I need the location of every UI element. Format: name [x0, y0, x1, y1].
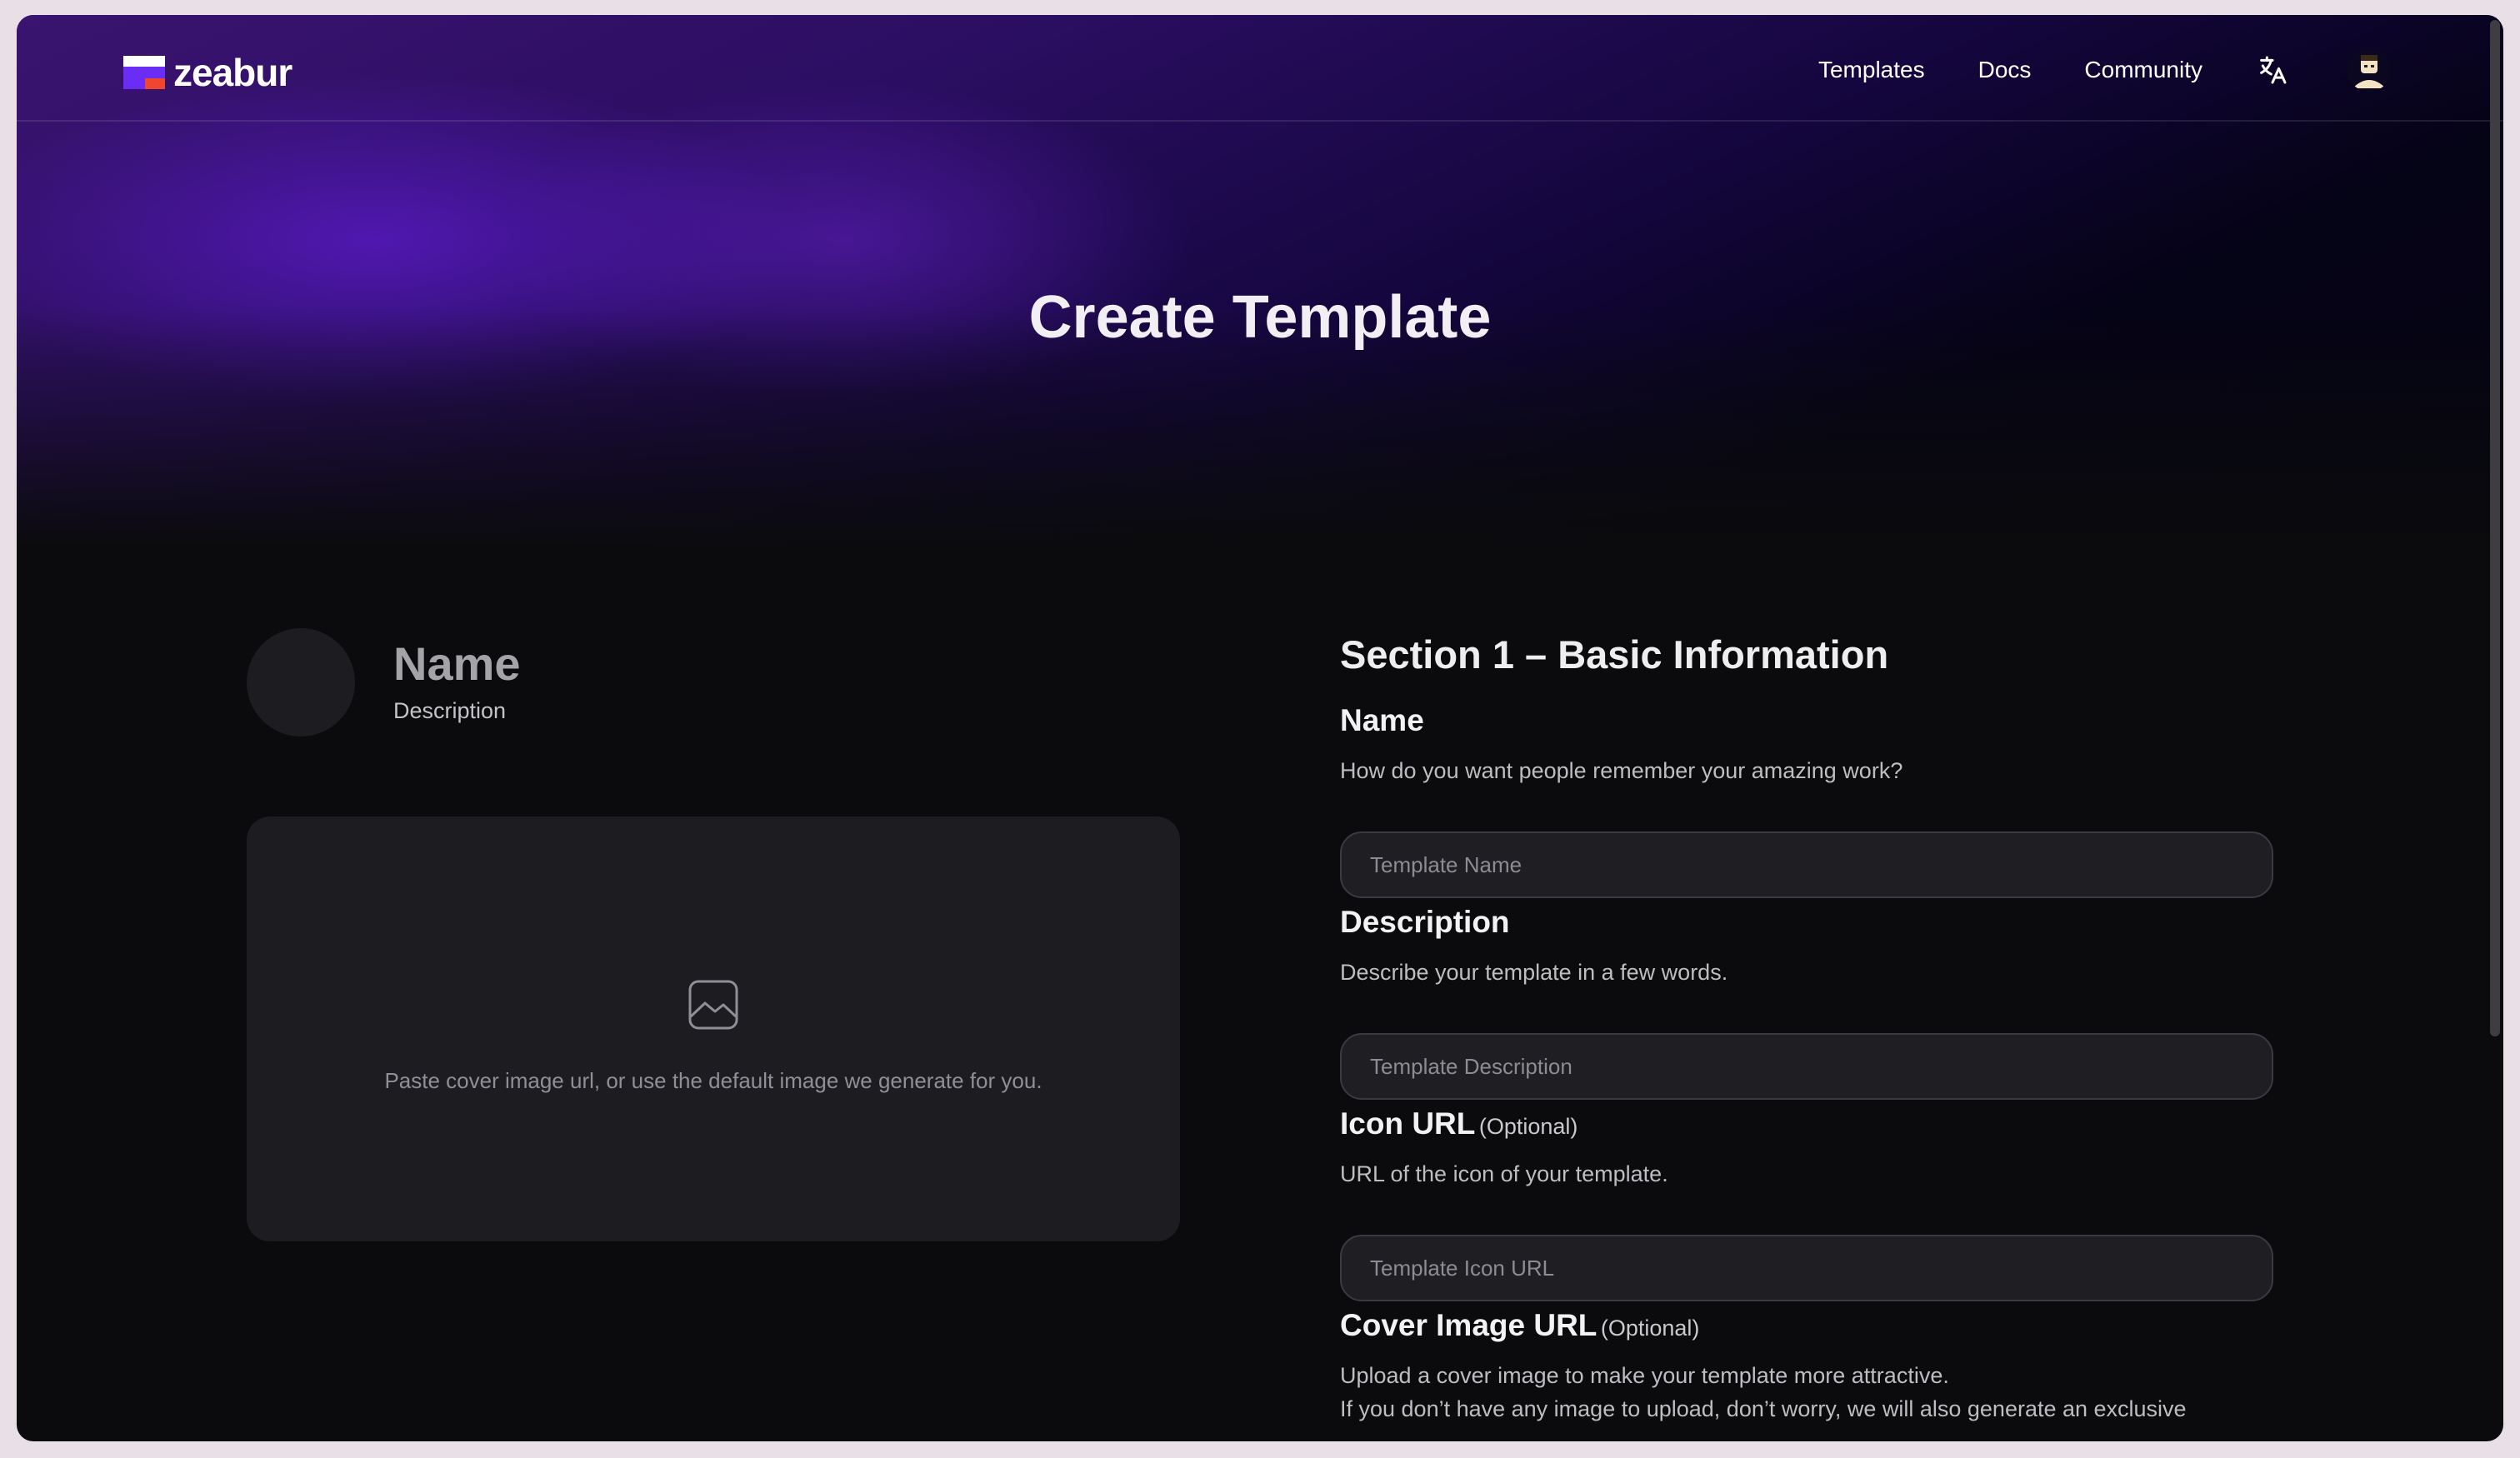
section-title: Section 1 – Basic Information [1340, 632, 1889, 677]
icon-url-label: Icon URL [1340, 1106, 1476, 1141]
page-title: Create Template [1028, 284, 1492, 351]
icon-url-optional: (Optional) [1478, 1114, 1578, 1139]
browser-window: zeabur Templates Docs Community Create T… [17, 15, 2503, 1441]
top-navbar: zeabur Templates Docs Community [17, 15, 2503, 122]
nav-docs-link[interactable]: Docs [1978, 57, 2032, 83]
nav-community-link[interactable]: Community [2084, 57, 2202, 83]
nav-templates-link[interactable]: Templates [1818, 57, 1925, 83]
cover-image-hint: Paste cover image url, or use the defaul… [384, 1068, 1042, 1093]
section-title-wrap: Section 1 – Basic Information [1340, 632, 1888, 677]
template-name-input[interactable] [1340, 831, 2273, 898]
name-label: Name [1340, 703, 1424, 737]
name-help: How do you want people remember your ama… [1340, 758, 1903, 783]
logo-text: zeabur [173, 51, 292, 94]
description-label: Description [1340, 905, 1510, 939]
description-help: Describe your template in a few words. [1340, 960, 1728, 985]
cover-url-label-row: Cover Image URL (Optional) [1340, 1308, 1699, 1343]
cover-image-url-help-1: Upload a cover image to make your templa… [1340, 1363, 1949, 1388]
page-scrollbar[interactable] [2490, 20, 2500, 1036]
translate-icon[interactable] [2256, 53, 2289, 87]
user-avatar[interactable] [2348, 48, 2391, 92]
preview-name: Name [393, 637, 521, 690]
image-placeholder-icon [687, 978, 740, 1031]
cover-image-url-optional: (Optional) [1600, 1316, 1700, 1341]
template-description-input[interactable] [1340, 1033, 2273, 1100]
icon-url-help: URL of the icon of your template. [1340, 1161, 1668, 1186]
cover-image-preview: Paste cover image url, or use the defaul… [247, 816, 1180, 1241]
zeabur-logo[interactable]: zeabur [123, 50, 292, 95]
zeabur-logo-icon [123, 56, 165, 89]
cover-image-url-help-2: If you don’t have any image to upload, d… [1340, 1396, 2187, 1421]
preview-description: Description [393, 698, 507, 723]
template-icon-preview [247, 628, 355, 736]
template-icon-url-input[interactable] [1340, 1235, 2273, 1301]
cover-image-url-label: Cover Image URL [1340, 1308, 1598, 1342]
nav-links: Templates Docs Community [1765, 48, 2391, 92]
icon-url-label-row: Icon URL (Optional) [1340, 1106, 1578, 1141]
